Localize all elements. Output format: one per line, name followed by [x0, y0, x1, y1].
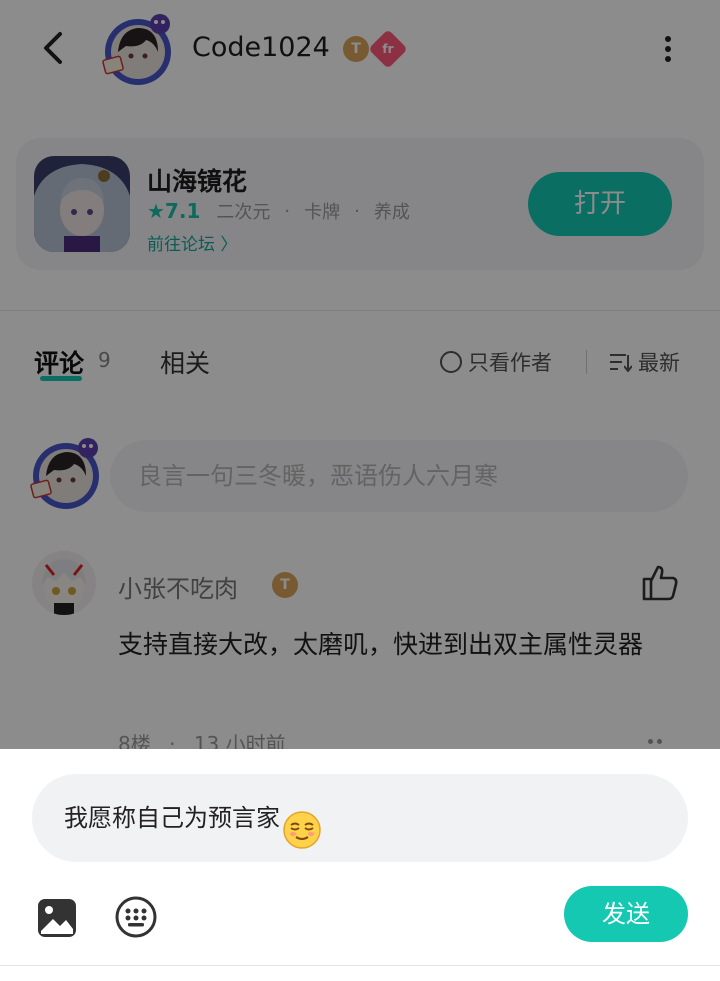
reply-input-text: 我愿称自己为预言家	[64, 804, 280, 832]
keyboard-icon[interactable]	[114, 895, 158, 939]
reply-input[interactable]: 我愿称自己为预言家	[32, 774, 688, 862]
image-picker-icon[interactable]	[36, 897, 78, 939]
send-button[interactable]: 发送	[564, 886, 688, 942]
smirk-face-emoji-icon	[282, 798, 322, 849]
reply-sheet: 我愿称自己为预言家 发送	[0, 749, 720, 981]
sheet-bottom-divider	[0, 965, 720, 966]
